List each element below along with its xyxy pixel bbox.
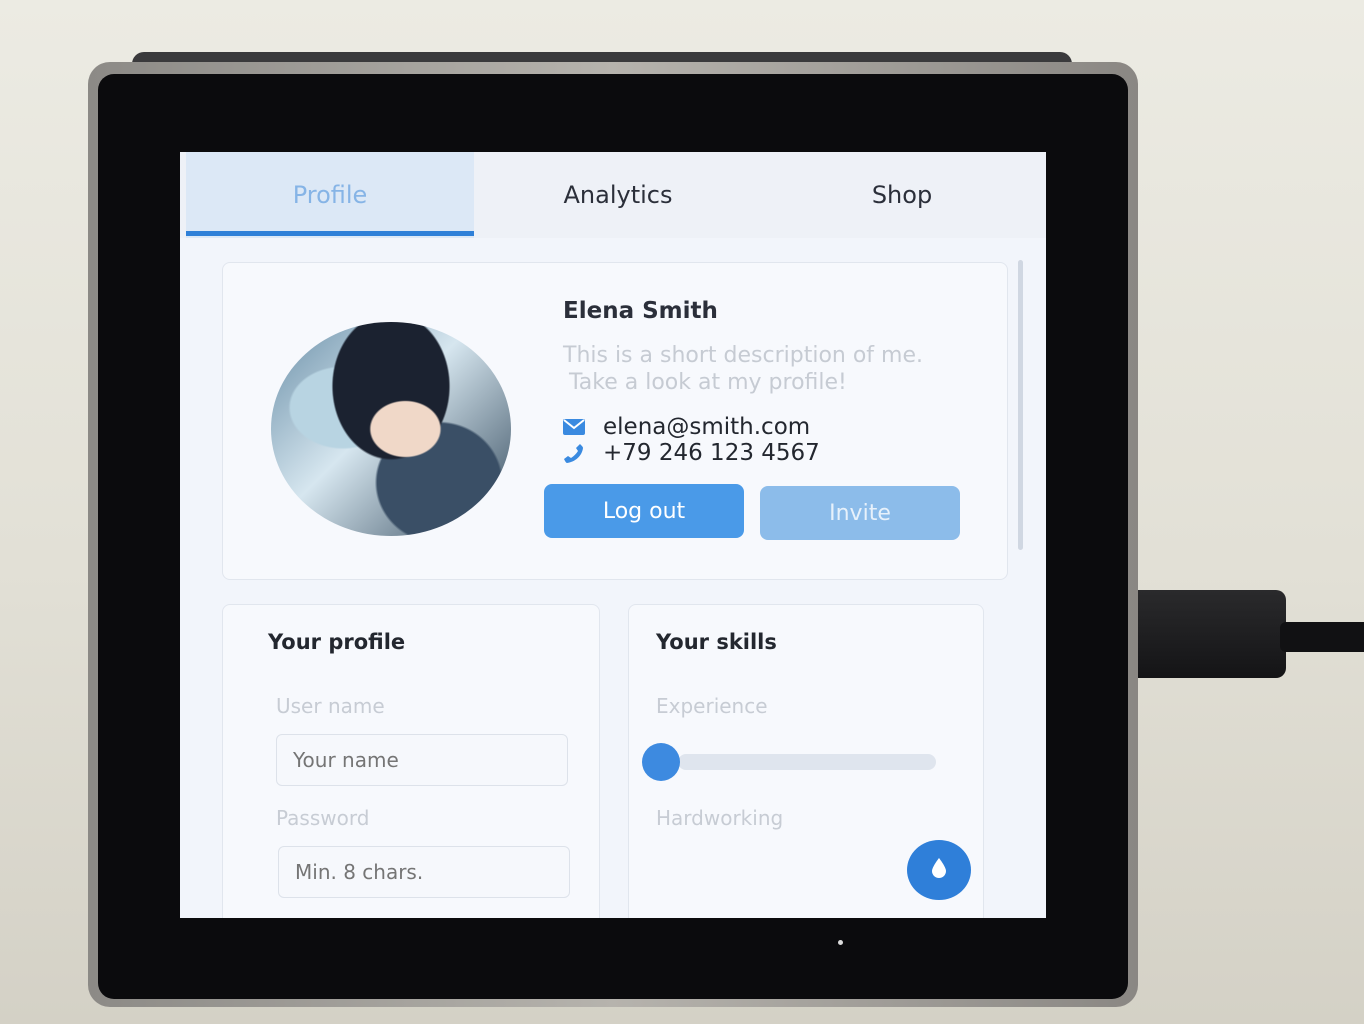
- phone-row: +79 246 123 4567: [561, 440, 820, 466]
- floating-action-button[interactable]: [907, 840, 971, 900]
- experience-slider[interactable]: [678, 754, 936, 770]
- your-profile-title: Your profile: [268, 630, 406, 654]
- active-tab-indicator: [186, 231, 474, 236]
- tab-bar: Profile Analytics Shop: [180, 152, 1046, 238]
- password-input[interactable]: [278, 846, 570, 898]
- status-led: [838, 940, 843, 945]
- password-label: Password: [276, 806, 370, 830]
- hardworking-label: Hardworking: [656, 806, 784, 830]
- profile-description: This is a short description of me. Take …: [563, 342, 983, 396]
- usb-cable-wire: [1280, 622, 1364, 652]
- tab-analytics[interactable]: Analytics: [474, 152, 762, 238]
- logout-button[interactable]: Log out: [544, 484, 744, 538]
- username-label: User name: [276, 694, 385, 718]
- avatar: [271, 322, 511, 536]
- tab-profile[interactable]: Profile: [186, 152, 474, 238]
- drop-icon: [929, 856, 949, 884]
- invite-button[interactable]: Invite: [760, 486, 960, 540]
- envelope-icon: [561, 416, 587, 438]
- tab-shop[interactable]: Shop: [762, 152, 1042, 238]
- your-skills-title: Your skills: [656, 630, 777, 654]
- scrollbar[interactable]: [1018, 260, 1023, 550]
- profile-description-line-1: This is a short description of me.: [563, 343, 923, 368]
- profile-description-line-2: Take a look at my profile!: [569, 370, 847, 395]
- phone-text: +79 246 123 4567: [603, 440, 820, 466]
- profile-name: Elena Smith: [563, 298, 718, 324]
- username-input[interactable]: [276, 734, 568, 786]
- experience-label: Experience: [656, 694, 768, 718]
- device-screen: Profile Analytics Shop Elena Smith This …: [180, 152, 1046, 918]
- phone-icon: [561, 442, 587, 464]
- email-text: elena@smith.com: [603, 414, 811, 440]
- email-row: elena@smith.com: [561, 414, 810, 440]
- experience-slider-knob[interactable]: [642, 743, 680, 781]
